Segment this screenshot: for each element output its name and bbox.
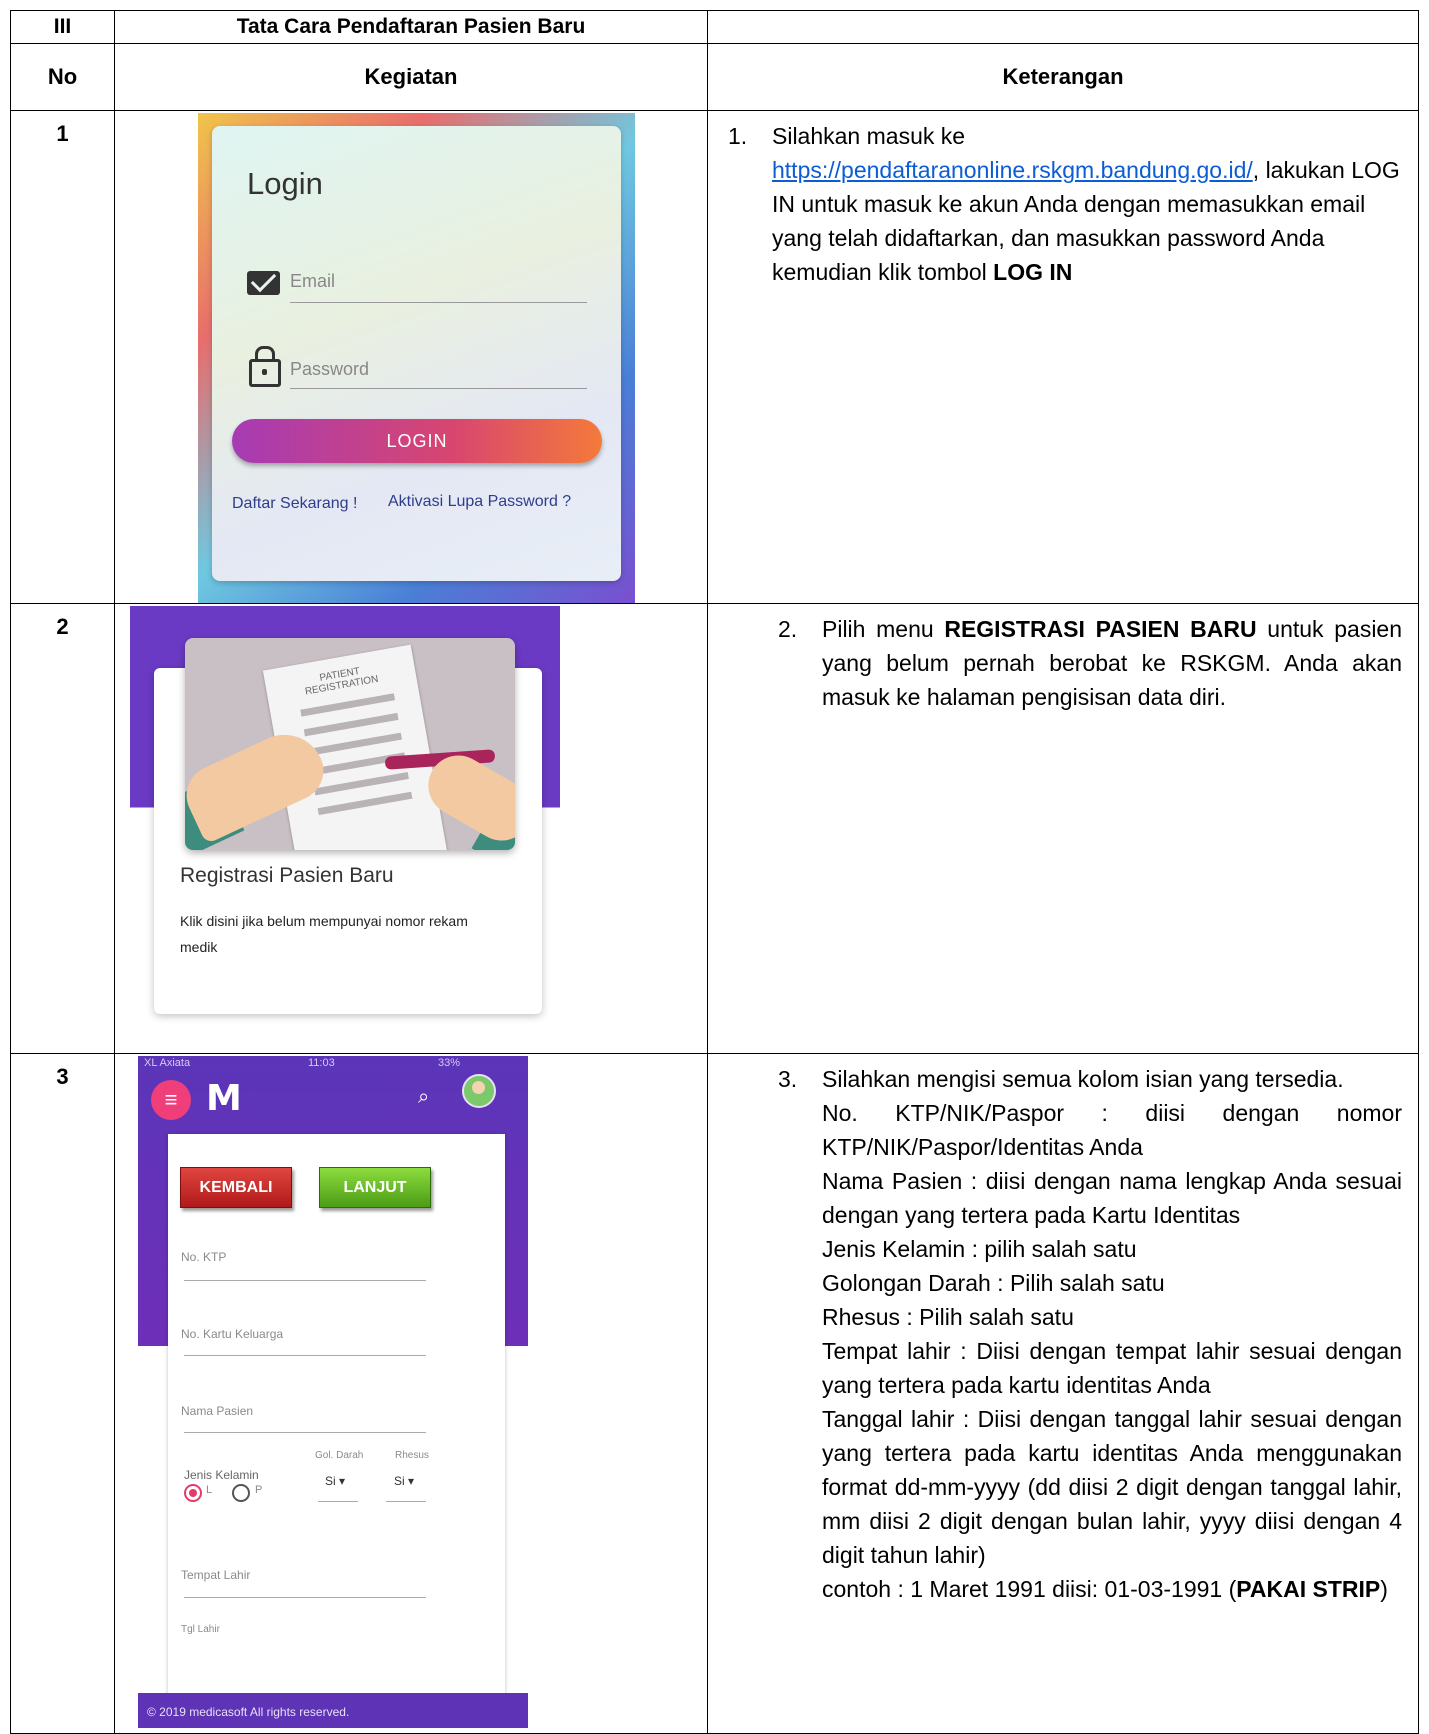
login-title: Login bbox=[247, 166, 323, 201]
status-carrier: XL Axiata bbox=[144, 1057, 191, 1069]
email-field[interactable]: Email bbox=[290, 271, 335, 292]
desc-dob: Tanggal lahir : Diisi dengan tanggal lah… bbox=[822, 1406, 1402, 1568]
step-row-2: 2 PATIENT REGISTRATION Registrasi Pasien… bbox=[10, 603, 1419, 1054]
paper-line bbox=[317, 791, 413, 816]
ktp-field[interactable]: No. KTP bbox=[181, 1250, 226, 1264]
login-screenshot: Login Email Password LOGIN Daftar Sekara… bbox=[198, 113, 635, 603]
login-button[interactable]: LOGIN bbox=[232, 419, 602, 463]
step-description: 3. Silahkan mengisi semua kolom isian ya… bbox=[707, 1053, 1419, 1734]
step-number: 2 bbox=[10, 603, 115, 1054]
desc-bold-login: LOG IN bbox=[993, 259, 1073, 285]
section-number: III bbox=[10, 10, 115, 44]
dob-label: Tgl Lahir bbox=[181, 1624, 220, 1635]
desc-blood: Golongan Darah : Pilih salah satu bbox=[822, 1270, 1165, 1296]
step-description: 1. Silahkan masuk ke https://pendaftaran… bbox=[707, 110, 1419, 604]
login-card: Login Email Password LOGIN Daftar Sekara… bbox=[212, 126, 621, 581]
paper-title: PATIENT REGISTRATION bbox=[304, 665, 380, 698]
blood-underline bbox=[318, 1501, 358, 1502]
search-icon[interactable]: ⌕ bbox=[418, 1086, 429, 1109]
gender-p-radio[interactable] bbox=[232, 1484, 250, 1502]
desc-birthplace: Tempat lahir : Diisi dengan tempat lahir… bbox=[822, 1338, 1402, 1398]
paper-line bbox=[300, 693, 396, 717]
birthplace-underline bbox=[184, 1597, 426, 1598]
step-activity-cell: XL Axiata 11:03 33% ≡ M ⌕ KEMBALI LANJUT… bbox=[114, 1053, 708, 1734]
step-row-1: 1 Login Email Password LOGIN Daftar Seka… bbox=[10, 110, 1419, 604]
rhesus-select[interactable]: Si ▾ bbox=[394, 1474, 414, 1488]
register-link[interactable]: Daftar Sekarang ! bbox=[232, 493, 362, 515]
registration-url-link[interactable]: https://pendaftaranonline.rskgm.bandung.… bbox=[772, 157, 1253, 183]
desc-ktp: No. KTP/NIK/Paspor : diisi dengan nomor … bbox=[822, 1100, 1402, 1160]
rhesus-underline bbox=[386, 1501, 426, 1502]
forgot-password-link[interactable]: Aktivasi Lupa Password ? bbox=[388, 493, 571, 511]
step-number: 1 bbox=[10, 110, 115, 604]
registration-desc: Klik disini jika belum mempunyai nomor r… bbox=[180, 913, 468, 955]
kk-underline bbox=[184, 1355, 426, 1356]
blood-type-label: Gol. Darah bbox=[315, 1450, 364, 1461]
app-footer: © 2019 medicasoft All rights reserved. bbox=[138, 1693, 528, 1728]
step-desc-number: 2. bbox=[778, 616, 798, 642]
desc-rhesus: Rhesus : Pilih salah satu bbox=[822, 1304, 1074, 1330]
desc-intro: Silahkan mengisi semua kolom isian yang … bbox=[822, 1066, 1344, 1092]
back-button[interactable]: KEMBALI bbox=[180, 1167, 292, 1208]
password-field[interactable]: Password bbox=[290, 359, 369, 380]
desc-intro: Pilih menu bbox=[822, 616, 934, 642]
patient-registration-illustration: PATIENT REGISTRATION bbox=[185, 638, 515, 850]
lock-icon bbox=[249, 346, 281, 387]
hamburger-menu-icon[interactable]: ≡ bbox=[151, 1080, 191, 1120]
registration-form-card bbox=[168, 1134, 505, 1728]
procedure-table: III Tata Cara Pendaftaran Pasien Baru No… bbox=[10, 10, 1419, 1734]
desc-gender: Jenis Kelamin : pilih salah satu bbox=[822, 1236, 1137, 1262]
email-icon bbox=[247, 271, 280, 295]
col-activity-header: Kegiatan bbox=[114, 43, 708, 111]
gender-l-label: L bbox=[206, 1484, 213, 1496]
next-button[interactable]: LANJUT bbox=[319, 1167, 431, 1208]
avatar[interactable] bbox=[462, 1074, 496, 1108]
col-no-header: No bbox=[10, 43, 115, 111]
status-time: 11:03 bbox=[308, 1057, 335, 1069]
gender-p-label: P bbox=[255, 1484, 263, 1496]
desc-bold-menu: REGISTRASI PASIEN BARU bbox=[944, 616, 1257, 642]
ktp-underline bbox=[184, 1280, 426, 1281]
registration-title[interactable]: Registrasi Pasien Baru bbox=[180, 864, 394, 888]
app-logo: M bbox=[206, 1078, 242, 1119]
paper-line bbox=[314, 772, 409, 796]
step-row-3: 3 XL Axiata 11:03 33% ≡ M ⌕ KEMBALI LANJ… bbox=[10, 1053, 1419, 1734]
step-desc-number: 1. bbox=[728, 123, 748, 149]
gender-label: Jenis Kelamin bbox=[184, 1468, 259, 1482]
birthplace-field[interactable]: Tempat Lahir bbox=[181, 1568, 250, 1582]
step-activity-cell: PATIENT REGISTRATION Registrasi Pasien B… bbox=[114, 603, 708, 1054]
desc-example-text: contoh : 1 Maret 1991 diisi: 01-03-1991 … bbox=[822, 1576, 1237, 1602]
section-title: Tata Cara Pendaftaran Pasien Baru bbox=[114, 10, 708, 44]
section-empty-cell bbox=[707, 10, 1419, 44]
password-underline bbox=[290, 388, 587, 389]
gender-l-radio[interactable] bbox=[184, 1484, 202, 1502]
name-underline bbox=[184, 1432, 426, 1433]
form-screenshot: XL Axiata 11:03 33% ≡ M ⌕ KEMBALI LANJUT… bbox=[138, 1056, 528, 1728]
step-description: 2. Pilih menu REGISTRASI PASIEN BARU unt… bbox=[707, 603, 1419, 1054]
col-notes-header: Keterangan bbox=[707, 43, 1419, 111]
comma: , bbox=[1252, 157, 1260, 183]
desc-intro: Silahkan masuk ke bbox=[772, 123, 966, 149]
step-desc-number: 3. bbox=[778, 1066, 798, 1092]
patient-name-field[interactable]: Nama Pasien bbox=[181, 1404, 253, 1418]
paper-line bbox=[307, 732, 402, 757]
desc-name: Nama Pasien : diisi dengan nama lengkap … bbox=[822, 1168, 1402, 1228]
paper-line bbox=[303, 712, 399, 737]
email-underline bbox=[290, 302, 587, 303]
section-header-row: III Tata Cara Pendaftaran Pasien Baru bbox=[10, 10, 1419, 44]
step-activity-cell: Login Email Password LOGIN Daftar Sekara… bbox=[114, 110, 708, 604]
desc-example-end: ) bbox=[1380, 1576, 1388, 1602]
registration-screenshot: PATIENT REGISTRATION Registrasi Pasien B… bbox=[130, 606, 560, 1026]
desc-example-bold: PAKAI STRIP bbox=[1236, 1576, 1381, 1602]
desc-example: contoh : 1 Maret 1991 diisi: 01-03-1991 … bbox=[822, 1572, 1402, 1606]
status-battery: 33% bbox=[438, 1057, 461, 1069]
kk-field[interactable]: No. Kartu Keluarga bbox=[181, 1327, 283, 1341]
step-number: 3 bbox=[10, 1053, 115, 1734]
rhesus-label: Rhesus bbox=[395, 1450, 429, 1461]
blood-type-select[interactable]: Si ▾ bbox=[325, 1474, 345, 1488]
column-header-row: No Kegiatan Keterangan bbox=[10, 43, 1419, 111]
